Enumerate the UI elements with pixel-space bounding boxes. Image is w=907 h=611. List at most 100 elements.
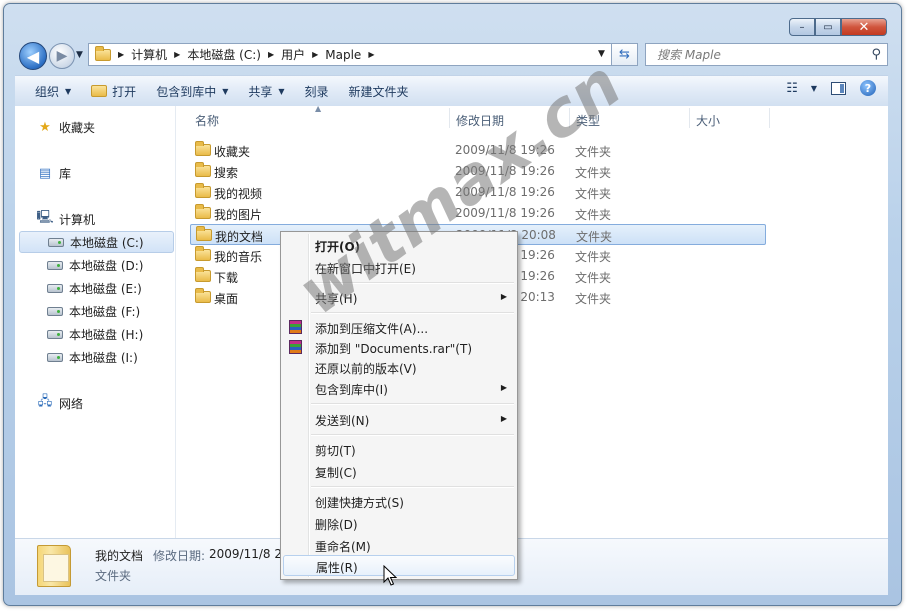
menu-item-create-shortcut[interactable]: 创建快捷方式(S)	[283, 491, 515, 512]
caret-down-icon: ▼	[278, 86, 285, 96]
sidebar-item-label: 本地磁盘 (I:)	[69, 350, 138, 365]
address-bar[interactable]: ▶ 计算机 ▶ 本地磁盘 (C:) ▶ 用户 ▶ Maple ▶	[88, 43, 612, 66]
menu-separator	[311, 486, 514, 488]
sidebar-item-network[interactable]: 🖧 网络	[19, 392, 174, 414]
sidebar-item-drive-h[interactable]: 本地磁盘 (H:)	[19, 323, 174, 345]
sort-ascending-icon: ▲	[315, 104, 322, 113]
open-button[interactable]: 打开	[81, 79, 146, 103]
sidebar-item-label: 本地磁盘 (H:)	[69, 327, 144, 342]
file-name: 桌面	[214, 292, 239, 306]
breadcrumb-separator-icon[interactable]: ▶	[368, 50, 374, 59]
menu-item-properties[interactable]: 属性(R)	[283, 555, 515, 576]
search-input[interactable]	[655, 46, 859, 63]
back-button[interactable]: ◀	[19, 42, 47, 70]
menu-item-include-in-library[interactable]: 包含到库中(I) ▶	[283, 378, 515, 399]
menu-item-restore-versions[interactable]: 还原以前的版本(V)	[283, 357, 515, 378]
file-row[interactable]: 我的视频 2009/11/8 19:26 文件夹	[190, 182, 766, 203]
sidebar-item-drive-e[interactable]: 本地磁盘 (E:)	[19, 277, 174, 299]
sidebar-item-libraries[interactable]: ▤ 库	[19, 162, 174, 184]
file-name: 我的视频	[214, 187, 263, 201]
refresh-button[interactable]: ⇆	[612, 43, 638, 66]
column-header-name[interactable]: 名称	[195, 112, 219, 129]
menu-item-add-to-rar[interactable]: 添加到 "Documents.rar"(T)	[283, 337, 515, 358]
column-header-modified[interactable]: 修改日期	[456, 112, 504, 129]
search-icon[interactable]: ⚲	[871, 47, 881, 62]
documents-folder-icon	[196, 226, 212, 241]
column-divider[interactable]	[769, 108, 770, 128]
include-in-library-button[interactable]: 包含到库中 ▼	[146, 79, 238, 103]
caret-down-icon: ▼	[222, 86, 229, 96]
file-type: 文件夹	[576, 230, 613, 244]
breadcrumb-separator-icon[interactable]: ▶	[174, 50, 180, 59]
file-row[interactable]: 收藏夹 2009/11/8 19:26 文件夹	[190, 140, 766, 161]
minimize-button[interactable]: –	[789, 18, 815, 36]
preview-pane-icon[interactable]	[831, 81, 846, 95]
file-name: 我的音乐	[214, 250, 263, 264]
details-item-type: 文件夹	[95, 569, 132, 583]
context-menu: 打开(O) 在新窗口中打开(E) 共享(H) ▶ 添加到压缩文件(A)... 添加…	[280, 231, 518, 580]
share-button[interactable]: 共享 ▼	[238, 79, 294, 103]
sidebar-item-drive-i[interactable]: 本地磁盘 (I:)	[19, 346, 174, 368]
forward-button[interactable]: ▶	[49, 43, 75, 69]
menu-item-open[interactable]: 打开(O)	[283, 235, 515, 256]
sidebar-item-label: 本地磁盘 (C:)	[70, 235, 144, 250]
maximize-button[interactable]: ▭	[815, 18, 841, 36]
menu-separator	[311, 403, 514, 405]
column-divider[interactable]	[569, 108, 570, 128]
address-dropdown-icon[interactable]: ▼	[598, 49, 605, 59]
menu-item-add-to-archive[interactable]: 添加到压缩文件(A)...	[283, 317, 515, 338]
toolbar-right-group: ☷ ▼ ?	[786, 80, 876, 96]
file-type: 文件夹	[575, 187, 612, 201]
search-box[interactable]: ⚲	[645, 43, 888, 66]
drive-icon	[47, 258, 63, 272]
menu-item-delete[interactable]: 删除(D)	[283, 513, 515, 534]
breadcrumb-separator-icon[interactable]: ▶	[268, 50, 274, 59]
breadcrumb-maple[interactable]: Maple	[325, 48, 361, 62]
file-row[interactable]: 我的图片 2009/11/8 19:26 文件夹	[190, 203, 766, 224]
drive-icon	[47, 304, 63, 318]
menu-item-open-new-window[interactable]: 在新窗口中打开(E)	[283, 257, 515, 278]
menu-separator	[311, 312, 514, 314]
winrar-icon	[289, 320, 302, 334]
file-type: 文件夹	[575, 292, 612, 306]
menu-item-cut[interactable]: 剪切(T)	[283, 439, 515, 460]
column-divider[interactable]	[689, 108, 690, 128]
organize-button[interactable]: 组织 ▼	[25, 79, 81, 103]
file-date: 2009/11/8 19:26	[455, 164, 555, 178]
close-button[interactable]: ✕	[841, 18, 887, 36]
file-name: 收藏夹	[214, 145, 251, 159]
sidebar-item-computer[interactable]: 🖳 计算机	[19, 208, 174, 230]
column-header-size[interactable]: 大小	[696, 112, 720, 129]
breadcrumb-separator-icon[interactable]: ▶	[118, 50, 124, 59]
change-view-icon[interactable]: ☷	[786, 81, 798, 96]
breadcrumb-computer[interactable]: 计算机	[131, 46, 167, 63]
music-folder-icon	[195, 246, 211, 261]
menu-item-share[interactable]: 共享(H) ▶	[283, 287, 515, 308]
menu-item-send-to[interactable]: 发送到(N) ▶	[283, 409, 515, 430]
file-row[interactable]: 搜索 2009/11/8 19:26 文件夹	[190, 161, 766, 182]
sidebar-item-favorites[interactable]: ★ 收藏夹	[19, 116, 174, 138]
sidebar-item-drive-d[interactable]: 本地磁盘 (D:)	[19, 254, 174, 276]
winrar-icon	[289, 340, 302, 354]
burn-button[interactable]: 刻录	[295, 79, 339, 103]
file-date: 2009/11/8 19:26	[455, 185, 555, 199]
videos-folder-icon	[195, 183, 211, 198]
breadcrumb-separator-icon[interactable]: ▶	[312, 50, 318, 59]
recent-pages-dropdown[interactable]: ▼	[76, 50, 83, 60]
file-type: 文件夹	[575, 271, 612, 285]
menu-item-rename[interactable]: 重命名(M)	[283, 535, 515, 556]
view-dropdown-icon[interactable]: ▼	[811, 84, 817, 93]
breadcrumb-drive-c[interactable]: 本地磁盘 (C:)	[187, 46, 261, 63]
sidebar-item-drive-c[interactable]: 本地磁盘 (C:)	[19, 231, 174, 253]
help-icon[interactable]: ?	[860, 80, 876, 96]
back-arrow-icon: ◀	[26, 46, 40, 66]
new-folder-button[interactable]: 新建文件夹	[339, 79, 419, 103]
column-header-type[interactable]: 类型	[576, 112, 600, 129]
file-type: 文件夹	[575, 145, 612, 159]
sidebar-item-drive-f[interactable]: 本地磁盘 (F:)	[19, 300, 174, 322]
menu-item-copy[interactable]: 复制(C)	[283, 461, 515, 482]
column-divider[interactable]	[449, 108, 450, 128]
file-name: 下载	[214, 271, 239, 285]
breadcrumb-users[interactable]: 用户	[281, 46, 305, 63]
star-icon: ★	[39, 119, 51, 135]
